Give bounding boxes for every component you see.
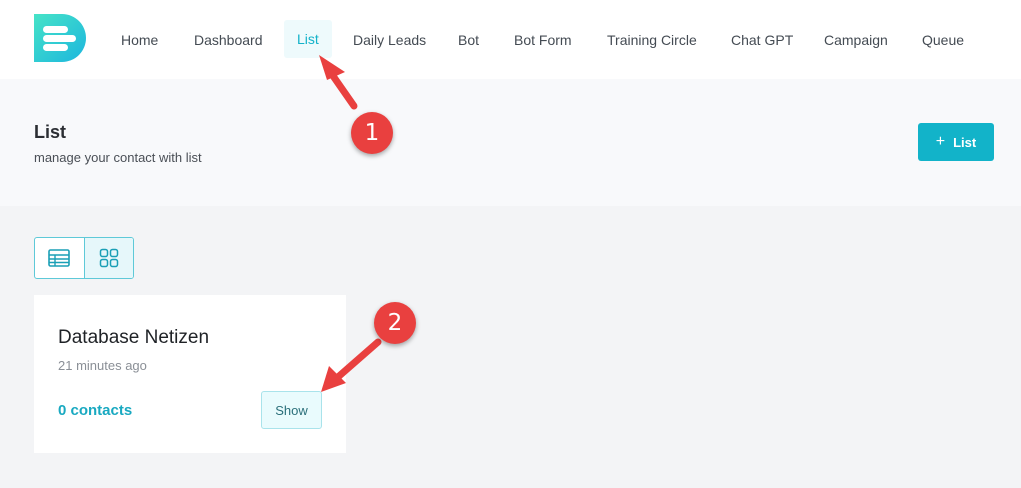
nav-item-queue[interactable]: Queue <box>922 30 964 50</box>
nav-item-daily-leads[interactable]: Daily Leads <box>353 30 426 50</box>
show-button[interactable]: Show <box>261 391 322 429</box>
nav-item-home[interactable]: Home <box>121 30 158 50</box>
nav-item-bot-form[interactable]: Bot Form <box>514 30 572 50</box>
annotation-badge-1: 1 <box>351 112 393 154</box>
top-navbar: Home Dashboard List Daily Leads Bot Bot … <box>0 0 1021 79</box>
logo-icon[interactable] <box>34 14 86 62</box>
plus-icon: + <box>935 133 946 150</box>
annotation-badge-2: 2 <box>374 302 416 344</box>
nav-item-bot[interactable]: Bot <box>458 30 479 50</box>
add-list-label: List <box>953 134 977 150</box>
nav-item-training-circle[interactable]: Training Circle <box>607 30 697 50</box>
table-view-button[interactable] <box>35 238 84 278</box>
view-toggle <box>34 237 134 279</box>
nav-item-campaign[interactable]: Campaign <box>824 30 888 50</box>
page-title: List <box>34 122 67 142</box>
nav-item-chat-gpt[interactable]: Chat GPT <box>731 30 793 50</box>
add-list-button[interactable]: + List <box>918 123 994 161</box>
contacts-count-link[interactable]: 0 contacts <box>58 402 132 419</box>
nav-item-list[interactable]: List <box>284 20 332 58</box>
grid-view-button[interactable] <box>83 238 133 278</box>
nav-item-dashboard[interactable]: Dashboard <box>194 30 263 50</box>
list-card: Database Netizen 21 minutes ago 0 contac… <box>34 295 346 453</box>
grid-view-icon <box>99 248 119 268</box>
table-view-icon <box>48 249 71 267</box>
list-timestamp: 21 minutes ago <box>58 358 147 373</box>
page-subtitle: manage your contact with list <box>34 150 202 165</box>
page-header <box>0 79 1021 206</box>
list-name: Database Netizen <box>58 327 210 348</box>
